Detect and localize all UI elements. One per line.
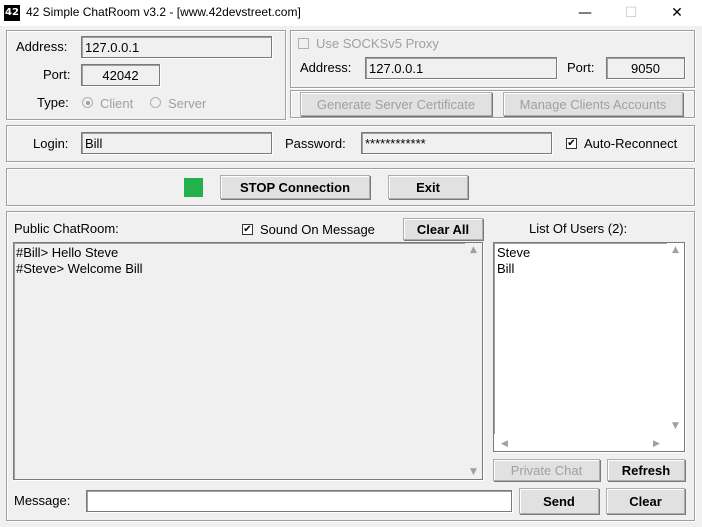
chat-message: #Bill> Hello Steve — [16, 245, 119, 260]
proxy-address-label: Address: — [300, 60, 352, 75]
client-radio[interactable] — [82, 97, 93, 108]
close-button[interactable]: ✕ — [654, 0, 700, 26]
minimize-button[interactable]: — — [562, 0, 608, 26]
scroll-right-icon[interactable]: ▶ — [648, 439, 665, 449]
password-field[interactable]: ************ — [361, 132, 552, 154]
clear-all-button[interactable]: Clear All — [403, 218, 483, 240]
login-value: Bill — [85, 135, 103, 151]
server-radio[interactable] — [150, 97, 161, 108]
port-label: Port: — [43, 67, 71, 82]
proxy-address-field[interactable]: 127.0.0.1 — [365, 57, 557, 79]
proxy-port-label: Port: — [567, 60, 595, 75]
password-label: Password: — [285, 136, 346, 151]
user-list-item[interactable]: Steve — [497, 245, 530, 261]
refresh-button[interactable]: Refresh — [607, 459, 685, 481]
scroll-left-icon[interactable]: ◀ — [496, 439, 513, 449]
chat-scrollbar[interactable]: ▲ ▼ — [465, 243, 482, 479]
send-button[interactable]: Send — [519, 488, 599, 514]
login-field[interactable]: Bill — [81, 132, 272, 154]
scroll-down-icon[interactable]: ▼ — [465, 467, 482, 477]
password-value: ************ — [365, 135, 426, 151]
chat-message-list: #Bill> Hello Steve #Steve> Welcome Bill — [16, 245, 143, 277]
proxy-port-field[interactable]: 9050 — [606, 57, 685, 79]
stop-connection-button[interactable]: STOP Connection — [220, 175, 370, 199]
users-vertical-scrollbar[interactable]: ▲ ▼ — [667, 243, 684, 451]
server-radio-label: Server — [168, 96, 207, 111]
scroll-down-icon[interactable]: ▼ — [667, 421, 684, 431]
users-horizontal-scrollbar[interactable]: ◀ ▶ — [494, 434, 667, 451]
message-input[interactable] — [86, 490, 512, 512]
close-icon: ✕ — [671, 5, 683, 21]
radio-dot — [85, 100, 90, 105]
chat-messages-box[interactable]: #Bill> Hello Steve #Steve> Welcome Bill … — [13, 242, 483, 480]
manage-clients-button[interactable]: Manage Clients Accounts — [503, 92, 683, 116]
list-of-users-label: List Of Users (2): — [529, 221, 628, 236]
chat-message: #Steve> Welcome Bill — [16, 261, 143, 276]
auto-reconnect-label: Auto-Reconnect — [584, 136, 678, 151]
generate-certificate-button[interactable]: Generate Server Certificate — [300, 92, 492, 116]
client-radio-label: Client — [100, 96, 134, 111]
connection-status-indicator — [184, 178, 203, 197]
port-field[interactable]: 42042 — [81, 64, 160, 86]
scroll-up-icon[interactable]: ▲ — [465, 245, 482, 255]
use-proxy-label: Use SOCKSv5 Proxy — [316, 36, 439, 51]
window-title: 42 Simple ChatRoom v3.2 - [www.42devstre… — [26, 5, 301, 19]
sound-on-message-checkbox[interactable]: ✔ — [242, 224, 253, 235]
private-chat-button[interactable]: Private Chat — [493, 459, 600, 481]
public-chatroom-label: Public ChatRoom: — [14, 221, 119, 236]
proxy-port-value: 9050 — [631, 60, 660, 76]
type-label: Type: — [37, 95, 69, 110]
login-label: Login: — [33, 136, 69, 151]
port-value: 42042 — [102, 67, 139, 83]
scroll-up-icon[interactable]: ▲ — [667, 245, 684, 255]
address-value: 127.0.0.1 — [85, 39, 140, 55]
title-bar[interactable]: 42 42 Simple ChatRoom v3.2 - [www.42devs… — [0, 0, 702, 26]
users-list-box[interactable]: Steve Bill ▲ ▼ ◀ ▶ — [493, 242, 685, 452]
check-icon: ✔ — [243, 223, 252, 235]
user-list-item[interactable]: Bill — [497, 261, 530, 277]
maximize-icon: ☐ — [624, 5, 638, 21]
minimize-icon: — — [578, 5, 592, 21]
exit-button[interactable]: Exit — [388, 175, 468, 199]
clear-message-button[interactable]: Clear — [606, 488, 685, 514]
maximize-button: ☐ — [608, 0, 654, 26]
address-field[interactable]: 127.0.0.1 — [81, 36, 272, 58]
proxy-address-value: 127.0.0.1 — [369, 60, 424, 76]
sound-on-message-label: Sound On Message — [260, 222, 375, 237]
use-proxy-checkbox[interactable] — [298, 38, 309, 49]
app-icon: 42 — [4, 5, 20, 21]
address-label: Address: — [16, 39, 68, 54]
auto-reconnect-checkbox[interactable]: ✔ — [566, 138, 577, 149]
message-label: Message: — [14, 493, 71, 508]
check-icon: ✔ — [567, 137, 576, 149]
users-list: Steve Bill — [497, 245, 530, 277]
